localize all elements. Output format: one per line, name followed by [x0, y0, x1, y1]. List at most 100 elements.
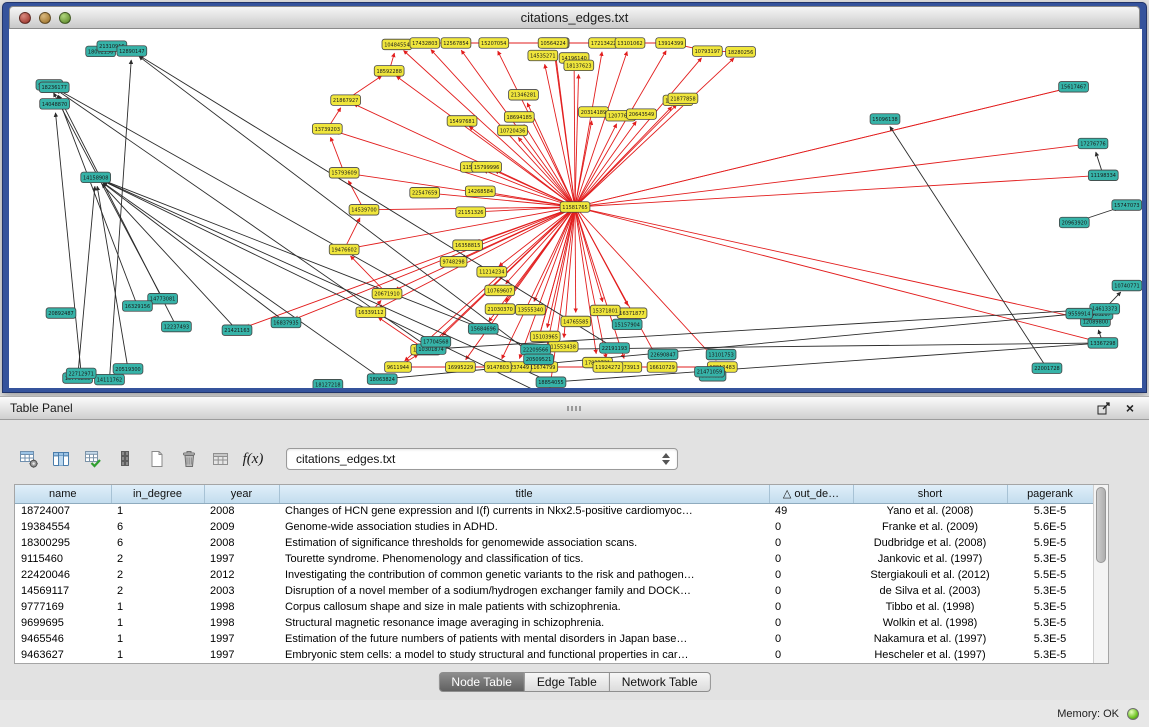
cell-pagerank[interactable]: 5.3E-5 [1007, 631, 1093, 647]
cell-short[interactable]: Franke et al. (2009) [853, 519, 1007, 535]
cell-out_degree[interactable]: 0 [769, 647, 853, 663]
cell-title[interactable]: Corpus callosum shape and size in male p… [279, 599, 769, 615]
cell-out_degree[interactable]: 0 [769, 519, 853, 535]
graph-node[interactable]: 11198334 [1088, 170, 1118, 181]
cell-name[interactable]: 14569117 [15, 583, 111, 599]
graph-node[interactable]: 18694185 [504, 112, 534, 123]
column-header-short[interactable]: short [853, 485, 1007, 503]
column-header-pagerank[interactable]: pagerank [1007, 485, 1093, 503]
graph-node[interactable]: 15096138 [870, 114, 900, 125]
graph-node[interactable]: 15747073 [1112, 200, 1142, 211]
cell-in_degree[interactable]: 2 [111, 551, 204, 567]
graph-node[interactable]: 18280256 [726, 47, 756, 58]
column-header-title[interactable]: title [279, 485, 769, 503]
row-height-icon[interactable] [112, 446, 138, 472]
cell-out_degree[interactable]: 0 [769, 535, 853, 551]
graph-node[interactable]: 21877858 [668, 93, 698, 104]
cell-in_degree[interactable]: 1 [111, 647, 204, 663]
float-panel-icon[interactable] [1095, 400, 1113, 416]
graph-hub-node[interactable]: 11581765 [560, 202, 590, 213]
graph-node[interactable]: 15617467 [1059, 82, 1089, 93]
cell-title[interactable]: Estimation of the future numbers of pati… [279, 631, 769, 647]
cell-title[interactable]: Disruption of a novel member of a sodium… [279, 583, 769, 599]
graph-node[interactable]: 18063824 [367, 374, 397, 385]
cell-name[interactable]: 22420046 [15, 567, 111, 583]
graph-node[interactable]: 21471059 [695, 366, 725, 377]
cell-year[interactable]: 2008 [204, 503, 279, 519]
graph-node[interactable]: 21421163 [222, 325, 252, 336]
cell-name[interactable]: 18724007 [15, 503, 111, 519]
column-header-in_degree[interactable]: in_degree [111, 485, 204, 503]
column-header-out_degree[interactable]: △ out_de… [769, 485, 853, 503]
table-row[interactable]: 1830029562008Estimation of significance … [15, 535, 1093, 551]
tab-node-table[interactable]: Node Table [438, 672, 525, 692]
table-row[interactable]: 911546021997Tourette syndrome. Phenomeno… [15, 551, 1093, 567]
graph-node[interactable]: 18127218 [313, 379, 343, 388]
graph-node[interactable]: 16837935 [271, 317, 301, 328]
graph-node[interactable]: 20671910 [372, 288, 402, 299]
cell-out_degree[interactable]: 0 [769, 583, 853, 599]
graph-node[interactable]: 13739203 [312, 124, 342, 135]
graph-node[interactable]: 20892487 [46, 308, 76, 319]
cell-pagerank[interactable]: 5.6E-5 [1007, 519, 1093, 535]
network-canvas[interactable]: 1158176518012483163718771661072915371801… [9, 29, 1142, 388]
graph-node[interactable]: 15371801 [590, 305, 620, 316]
cell-pagerank[interactable]: 5.3E-5 [1007, 583, 1093, 599]
graph-node[interactable]: 20963920 [1059, 217, 1089, 228]
graph-node[interactable]: 12567854 [441, 38, 471, 49]
graph-node[interactable]: 15497681 [447, 116, 477, 127]
cell-name[interactable]: 9777169 [15, 599, 111, 615]
graph-node[interactable]: 16358815 [453, 240, 483, 251]
cell-short[interactable]: Hescheler et al. (1997) [853, 647, 1007, 663]
zoom-window-button[interactable] [59, 12, 71, 24]
cell-title[interactable]: Investigating the contribution of common… [279, 567, 769, 583]
cell-pagerank[interactable]: 5.3E-5 [1007, 647, 1093, 663]
cell-name[interactable]: 19384554 [15, 519, 111, 535]
new-column-icon[interactable] [144, 446, 170, 472]
graph-node[interactable]: 16329156 [123, 301, 153, 312]
cell-short[interactable]: Wolkin et al. (1998) [853, 615, 1007, 631]
cell-pagerank[interactable]: 5.3E-5 [1007, 551, 1093, 567]
close-window-button[interactable] [19, 12, 31, 24]
cell-out_degree[interactable]: 0 [769, 631, 853, 647]
cell-title[interactable]: Tourette syndrome. Phenomenology and cla… [279, 551, 769, 567]
graph-node[interactable]: 9559914 [1066, 308, 1093, 319]
graph-node[interactable]: 21346281 [509, 90, 539, 101]
cell-short[interactable]: Tibbo et al. (1998) [853, 599, 1007, 615]
graph-node[interactable]: 14535271 [528, 50, 558, 61]
tab-edge-table[interactable]: Edge Table [525, 672, 610, 692]
graph-node[interactable]: 13367298 [1088, 338, 1118, 349]
graph-node[interactable]: 16610729 [647, 362, 677, 373]
table-vertical-scrollbar[interactable] [1093, 485, 1108, 663]
graph-node[interactable]: 14158908 [81, 172, 111, 183]
graph-node[interactable]: 10720436 [498, 125, 528, 136]
graph-node[interactable]: 9147803 [485, 362, 512, 373]
table-settings-icon[interactable] [16, 446, 42, 472]
graph-node[interactable]: 10564224 [538, 38, 568, 49]
graph-node[interactable]: 17276776 [1078, 138, 1108, 149]
cell-name[interactable]: 9699695 [15, 615, 111, 631]
import-table-icon[interactable] [80, 446, 106, 472]
cell-in_degree[interactable]: 1 [111, 599, 204, 615]
cell-year[interactable]: 2008 [204, 535, 279, 551]
cell-title[interactable]: Embryonic stem cells: a model to study s… [279, 647, 769, 663]
graph-node[interactable]: 20314189 [579, 107, 609, 118]
table-row[interactable]: 1456911722003Disruption of a novel membe… [15, 583, 1093, 599]
graph-node[interactable]: 22690847 [648, 349, 678, 360]
cell-title[interactable]: Estimation of significance thresholds fo… [279, 535, 769, 551]
cell-year[interactable]: 2003 [204, 583, 279, 599]
graph-node[interactable]: 13914399 [656, 38, 686, 49]
cell-out_degree[interactable]: 49 [769, 503, 853, 519]
graph-node[interactable]: 14048870 [40, 99, 70, 110]
cell-year[interactable]: 1998 [204, 599, 279, 615]
graph-node[interactable]: 14111762 [95, 374, 125, 385]
cell-year[interactable]: 2009 [204, 519, 279, 535]
graph-node[interactable]: 22001728 [1032, 363, 1062, 374]
graph-node[interactable]: 11553438 [548, 341, 578, 352]
cell-short[interactable]: Jankovic et al. (1997) [853, 551, 1007, 567]
cell-short[interactable]: Yano et al. (2008) [853, 503, 1007, 519]
cell-pagerank[interactable]: 5.3E-5 [1007, 615, 1093, 631]
graph-node[interactable]: 21151326 [456, 207, 486, 218]
cell-name[interactable]: 9463627 [15, 647, 111, 663]
graph-node[interactable]: 10484554 [382, 39, 412, 50]
